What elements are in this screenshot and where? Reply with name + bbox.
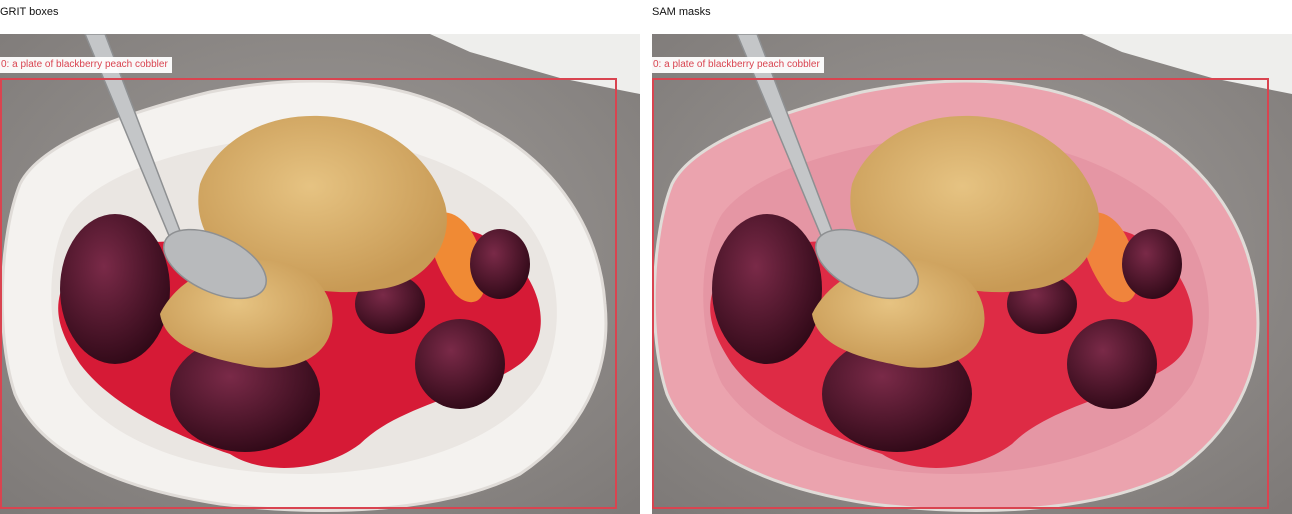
panel-title-sam: SAM masks: [652, 6, 711, 18]
detection-label: 0: a plate of blackberry peach cobbler: [0, 57, 172, 73]
sam-panel: SAM masks 0: a plate of blackberry peach…: [652, 0, 1292, 514]
grit-panel: GRIT boxes 0: a plate of blackberry peac…: [0, 0, 640, 514]
detection-label: 0: a plate of blackberry peach cobbler: [652, 57, 824, 73]
cobbler-photo-art: [0, 34, 640, 514]
cobbler-photo: [0, 34, 640, 514]
cobbler-photo-masked-art: [652, 34, 1292, 514]
cobbler-photo-masked: [652, 34, 1292, 514]
panel-title-grit: GRIT boxes: [0, 6, 59, 18]
